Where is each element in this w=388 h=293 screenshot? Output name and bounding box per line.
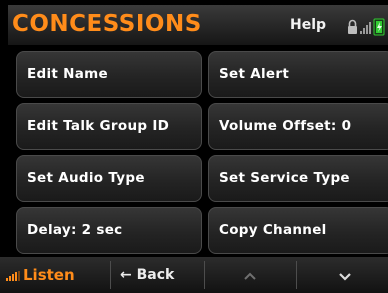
edit-name-button[interactable]: Edit Name	[16, 51, 202, 98]
volume-offset-button[interactable]: Volume Offset: 0	[208, 103, 388, 150]
status-icons	[347, 17, 388, 37]
back-button[interactable]: ← Back	[120, 257, 200, 293]
bottom-bar: Listen ← Back	[0, 257, 388, 293]
divider	[296, 261, 297, 289]
listen-button[interactable]: Listen	[2, 257, 106, 293]
lock-icon	[348, 19, 357, 34]
page-title: CONCESSIONS	[12, 11, 202, 37]
scroll-down-button[interactable]	[300, 257, 388, 293]
battery-icon	[373, 18, 385, 36]
set-service-type-button[interactable]: Set Service Type	[208, 155, 388, 202]
set-audio-type-button[interactable]: Set Audio Type	[16, 155, 202, 202]
signal-strength-icon	[6, 270, 20, 281]
divider	[110, 261, 111, 289]
concessions-screen: CONCESSIONS Help Edit Name Set Alert Edi…	[0, 0, 388, 293]
delay-button[interactable]: Delay: 2 sec	[16, 207, 202, 254]
signal-strength-icon	[360, 22, 371, 34]
chevron-down-icon	[339, 272, 351, 281]
header-bar: CONCESSIONS Help	[8, 5, 388, 45]
status-icons-svg	[348, 18, 385, 36]
help-button[interactable]: Help	[290, 11, 326, 39]
set-alert-button[interactable]: Set Alert	[208, 51, 388, 98]
divider	[204, 261, 205, 289]
listen-label: Listen	[23, 266, 75, 284]
scroll-up-button[interactable]	[208, 257, 292, 293]
chevron-up-icon	[244, 272, 256, 280]
edit-talk-group-id-button[interactable]: Edit Talk Group ID	[16, 103, 202, 150]
copy-channel-button[interactable]: Copy Channel	[208, 207, 388, 254]
